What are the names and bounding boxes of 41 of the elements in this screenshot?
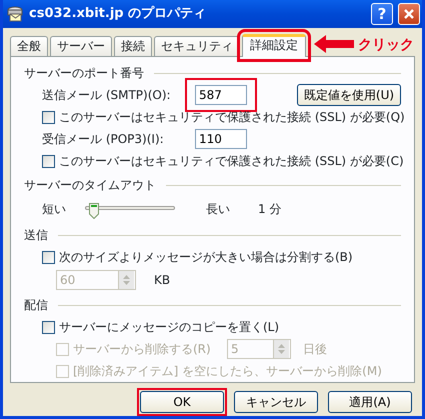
checkbox-label: [削除済みアイテム] を空にしたら、サーバーから削除(M) bbox=[73, 363, 382, 380]
section-title: サーバーのタイムアウト bbox=[24, 177, 156, 194]
slider-thumb[interactable] bbox=[89, 201, 99, 217]
checkbox[interactable] bbox=[42, 250, 55, 264]
dialog-button[interactable]: キャンセル bbox=[234, 391, 318, 413]
port-field[interactable]: 110 bbox=[195, 129, 247, 149]
close-button[interactable] bbox=[398, 3, 420, 25]
section-title: 配信 bbox=[24, 297, 48, 314]
tab[interactable]: 全般 bbox=[10, 36, 48, 56]
number-spinner: 5 bbox=[227, 339, 291, 359]
annotation-label: クリック bbox=[358, 36, 414, 54]
window-title: cs032.xbit.jp のプロパティ bbox=[29, 4, 208, 24]
checkbox-label: このサーバーはセキュリティで保護された接続 (SSL) が必要(C) bbox=[59, 153, 404, 170]
checkbox-label: サーバーから削除する(R) bbox=[73, 341, 212, 358]
section-title: サーバーのポート番号 bbox=[24, 65, 144, 82]
close-icon bbox=[403, 8, 415, 20]
field-label: 受信メール (POP3)(I): bbox=[42, 131, 165, 148]
checkbox-label: このサーバーはセキュリティで保護された接続 (SSL) が必要(Q) bbox=[59, 109, 405, 126]
slider-label: 短い bbox=[42, 201, 66, 218]
dialog-button[interactable]: OK bbox=[140, 391, 224, 413]
unit-label: 日後 bbox=[303, 341, 327, 358]
section-title: 送信 bbox=[24, 227, 48, 244]
tab[interactable]: サーバー bbox=[50, 36, 112, 56]
arrow-icon bbox=[314, 35, 354, 53]
checkbox[interactable] bbox=[42, 320, 55, 334]
help-button[interactable]: ? bbox=[371, 3, 393, 25]
checkbox[interactable] bbox=[42, 110, 55, 124]
default-button[interactable]: 既定値を使用(U) bbox=[297, 84, 401, 106]
checkbox-label: 次のサイズよりメッセージが大きい場合は分割する(B) bbox=[59, 249, 353, 266]
tab[interactable]: セキュリティ bbox=[154, 36, 240, 56]
slider-label: 長い bbox=[206, 201, 230, 218]
checkbox-label: サーバーにメッセージのコピーを置く(L) bbox=[59, 319, 280, 336]
mail-server-icon bbox=[6, 6, 24, 22]
slider-value: 1 分 bbox=[258, 201, 282, 218]
dialog-button[interactable]: 適用(A) bbox=[328, 391, 412, 413]
checkbox[interactable] bbox=[42, 154, 55, 168]
unit-label: KB bbox=[154, 272, 170, 289]
number-spinner: 60 bbox=[56, 270, 136, 290]
field-label: 送信メール (SMTP)(O): bbox=[42, 87, 172, 104]
tab[interactable]: 接続 bbox=[114, 36, 152, 56]
port-field[interactable]: 587 bbox=[195, 85, 247, 105]
